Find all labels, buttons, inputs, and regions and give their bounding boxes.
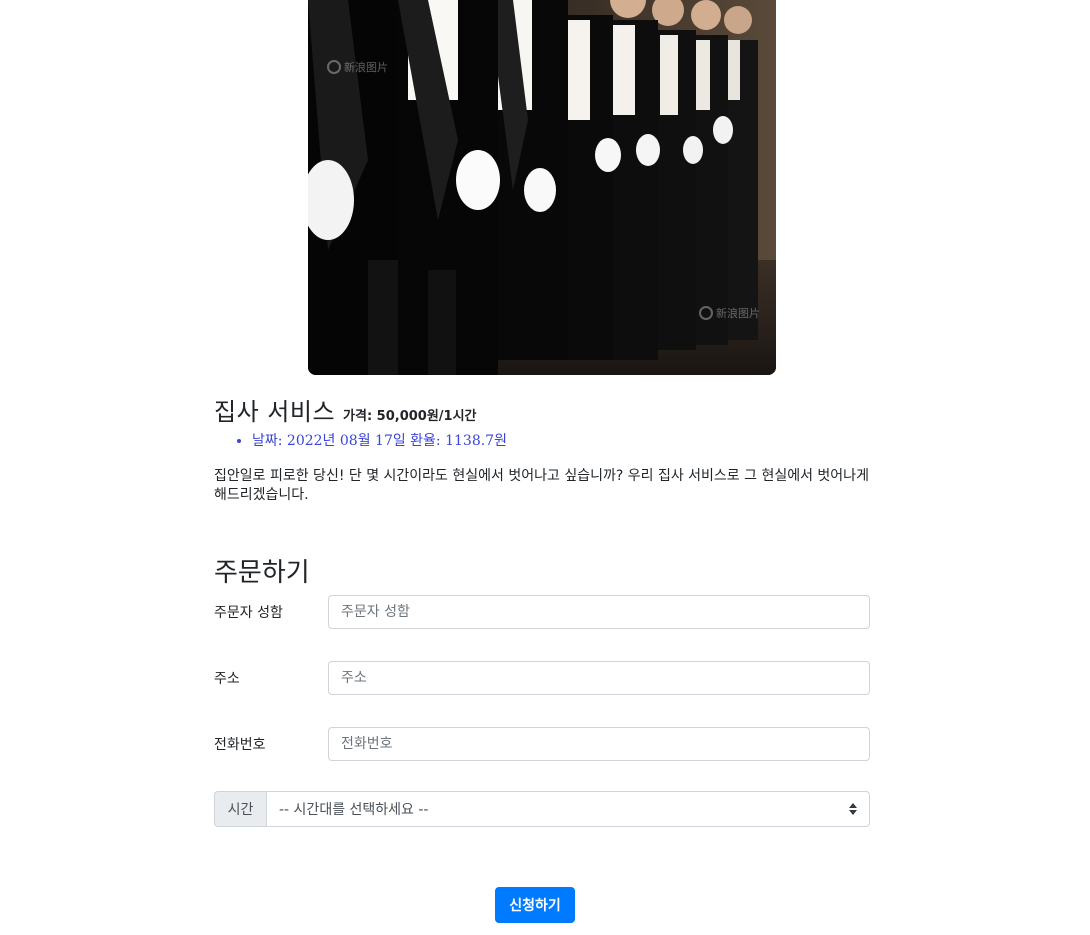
service-title: 집사 서비스 (214, 398, 336, 426)
submit-button[interactable]: 신청하기 (495, 887, 575, 923)
butler-photo-icon: 新浪图片 新浪图片 (308, 0, 776, 375)
address-label: 주소 (214, 671, 240, 687)
page: 新浪图片 新浪图片 집사 서비스 가격: 50,000원/1시간 날짜: 202… (0, 0, 1090, 935)
time-select[interactable]: -- 시간대를 선택하세요 -- (266, 791, 870, 827)
list-item: 날짜: 2022년 08월 17일 환율: 1138.7원 (252, 430, 908, 450)
watermark-bottom: 新浪图片 (716, 306, 760, 320)
time-select-value: -- 시간대를 선택하세요 -- (279, 802, 429, 818)
phone-input[interactable] (328, 727, 870, 761)
select-arrows-icon (849, 803, 857, 815)
service-description: 집안일로 피로한 당신! 단 몇 시간이라도 현실에서 벗어나고 싶습니까? 우… (214, 468, 869, 503)
name-label: 주문자 성함 (214, 605, 283, 621)
form-row-phone: 전화번호 (214, 726, 870, 762)
service-info-list: 날짜: 2022년 08월 17일 환율: 1138.7원 (214, 430, 908, 450)
name-input[interactable] (328, 595, 870, 629)
order-heading: 주문하기 (214, 558, 310, 588)
service-title-row: 집사 서비스 가격: 50,000원/1시간 (214, 392, 870, 427)
watermark-top: 新浪图片 (344, 60, 388, 74)
service-photo: 新浪图片 新浪图片 (308, 0, 776, 375)
service-price: 가격: 50,000원/1시간 (343, 409, 477, 424)
time-select-group: 시간 -- 시간대를 선택하세요 -- (214, 791, 870, 827)
form-row-name: 주문자 성함 (214, 594, 870, 630)
form-row-address: 주소 (214, 660, 870, 696)
address-input[interactable] (328, 661, 870, 695)
time-prepend-label: 시간 (214, 791, 266, 827)
phone-label: 전화번호 (214, 737, 266, 753)
